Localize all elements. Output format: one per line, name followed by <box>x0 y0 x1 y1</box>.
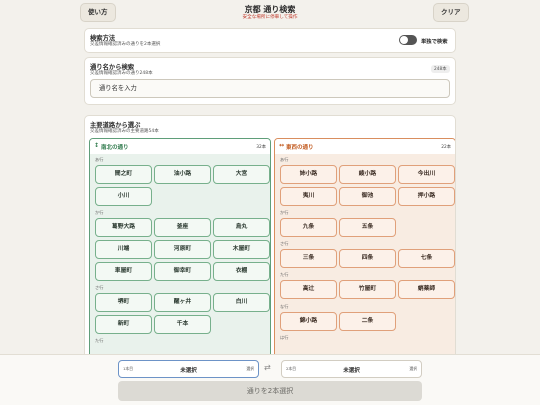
road-button[interactable]: 竹屋町 <box>339 280 396 299</box>
road-button[interactable]: 千本 <box>154 315 211 334</box>
north-south-column: ↕ 南北の通り 32本 あ行 間之町 油小路 大宮 小川 か行 葛野大路 釜座 … <box>89 138 271 358</box>
road-button[interactable]: 川端 <box>95 240 152 259</box>
road-button[interactable]: 釜座 <box>154 218 211 237</box>
road-name-input[interactable]: 通り名を入力 <box>90 79 450 98</box>
east-west-label: 東西の通り <box>286 145 314 151</box>
name-search-subtitle: 交差情報確認済みの通り248本 <box>90 71 153 76</box>
road-button[interactable]: 高辻 <box>280 280 337 299</box>
group-label: か行 <box>280 210 289 215</box>
main-roads-subtitle: 交差情報確認済みの主要道路54本 <box>90 129 159 134</box>
north-south-header: ↕ 南北の通り 32本 <box>90 139 270 154</box>
road-button[interactable]: 堺町 <box>95 293 152 312</box>
group-label: た行 <box>95 338 104 343</box>
group-label: あ行 <box>95 157 104 162</box>
main-roads-card: 主要道路から選ぶ 交差情報確認済みの主要道路54本 ↕ 南北の通り 32本 あ行… <box>84 115 456 365</box>
clear-button[interactable]: クリア <box>433 3 469 22</box>
road-button[interactable]: 押小路 <box>398 187 455 206</box>
group-label: な行 <box>280 304 289 309</box>
vertical-arrow-icon: ↕ <box>94 142 100 149</box>
search-method-subtitle: 交差情報確認済みの通りを2本選択 <box>90 42 161 47</box>
selection-bar: 1本目 未選択 選択 ⇄ 2本目 未選択 選択 通りを2本選択 <box>0 354 540 405</box>
swap-icon[interactable]: ⇄ <box>264 363 271 372</box>
road-button[interactable]: 白川 <box>213 293 270 312</box>
road-button[interactable]: 油小路 <box>154 165 211 184</box>
search-method-card: 検索方法 交差情報確認済みの通りを2本選択 単独で検索 <box>84 28 456 53</box>
app-header: 使い方 京都 通り検索 安全な場所に停車して操作 クリア <box>0 0 540 26</box>
road-button[interactable]: 三条 <box>280 249 337 268</box>
east-west-count: 22本 <box>441 145 451 150</box>
single-search-toggle[interactable] <box>399 35 417 45</box>
road-button[interactable]: 姉小路 <box>280 165 337 184</box>
road-button[interactable]: 衣棚 <box>213 262 270 281</box>
road-button[interactable]: 夷川 <box>280 187 337 206</box>
road-button[interactable]: 間之町 <box>95 165 152 184</box>
road-button[interactable]: 車屋町 <box>95 262 152 281</box>
road-count-badge: 248本 <box>431 65 450 73</box>
first-slot-value: 未選択 <box>180 368 197 374</box>
group-label: あ行 <box>280 157 289 162</box>
road-button[interactable]: 醒ヶ井 <box>154 293 211 312</box>
road-button[interactable]: 二条 <box>339 312 396 331</box>
north-south-label: 南北の通り <box>101 145 129 151</box>
road-button[interactable]: 木屋町 <box>213 240 270 259</box>
road-button[interactable]: 烏丸 <box>213 218 270 237</box>
road-button[interactable]: 葛野大路 <box>95 218 152 237</box>
road-button[interactable]: 蛸薬師 <box>398 280 455 299</box>
road-button[interactable]: 五条 <box>339 218 396 237</box>
single-search-label: 単独で検索 <box>421 39 448 45</box>
road-button[interactable]: 河原町 <box>154 240 211 259</box>
horizontal-arrow-icon: ↔ <box>279 142 285 149</box>
road-button[interactable]: 御幸町 <box>154 262 211 281</box>
group-label: は行 <box>280 335 289 340</box>
east-west-header: ↔ 東西の通り 22本 <box>275 139 455 154</box>
group-label: さ行 <box>95 285 104 290</box>
road-button[interactable]: 七条 <box>398 249 455 268</box>
road-button[interactable]: 綾小路 <box>339 165 396 184</box>
group-label: た行 <box>280 272 289 277</box>
group-label: か行 <box>95 210 104 215</box>
road-button[interactable]: 九条 <box>280 218 337 237</box>
north-south-count: 32本 <box>256 145 266 150</box>
road-button[interactable]: 錦小路 <box>280 312 337 331</box>
road-button[interactable]: 小川 <box>95 187 152 206</box>
road-button[interactable]: 新町 <box>95 315 152 334</box>
east-west-column: ↔ 東西の通り 22本 あ行 姉小路 綾小路 今出川 夷川 御池 押小路 か行 … <box>274 138 455 358</box>
road-button[interactable]: 大宮 <box>213 165 270 184</box>
first-slot-select: 選択 <box>246 366 254 371</box>
second-slot-select: 選択 <box>409 366 417 371</box>
first-road-slot[interactable]: 1本目 未選択 選択 <box>118 360 259 378</box>
road-button[interactable]: 御池 <box>339 187 396 206</box>
toggle-knob <box>400 36 408 44</box>
name-search-card: 通り名から検索 交差情報確認済みの通り248本 248本 通り名を入力 <box>84 57 456 105</box>
second-slot-value: 未選択 <box>343 368 360 374</box>
group-label: さ行 <box>280 241 289 246</box>
road-button[interactable]: 四条 <box>339 249 396 268</box>
road-button[interactable]: 今出川 <box>398 165 455 184</box>
second-road-slot[interactable]: 2本目 未選択 選択 <box>281 360 422 378</box>
select-two-roads-button[interactable]: 通りを2本選択 <box>118 381 422 401</box>
